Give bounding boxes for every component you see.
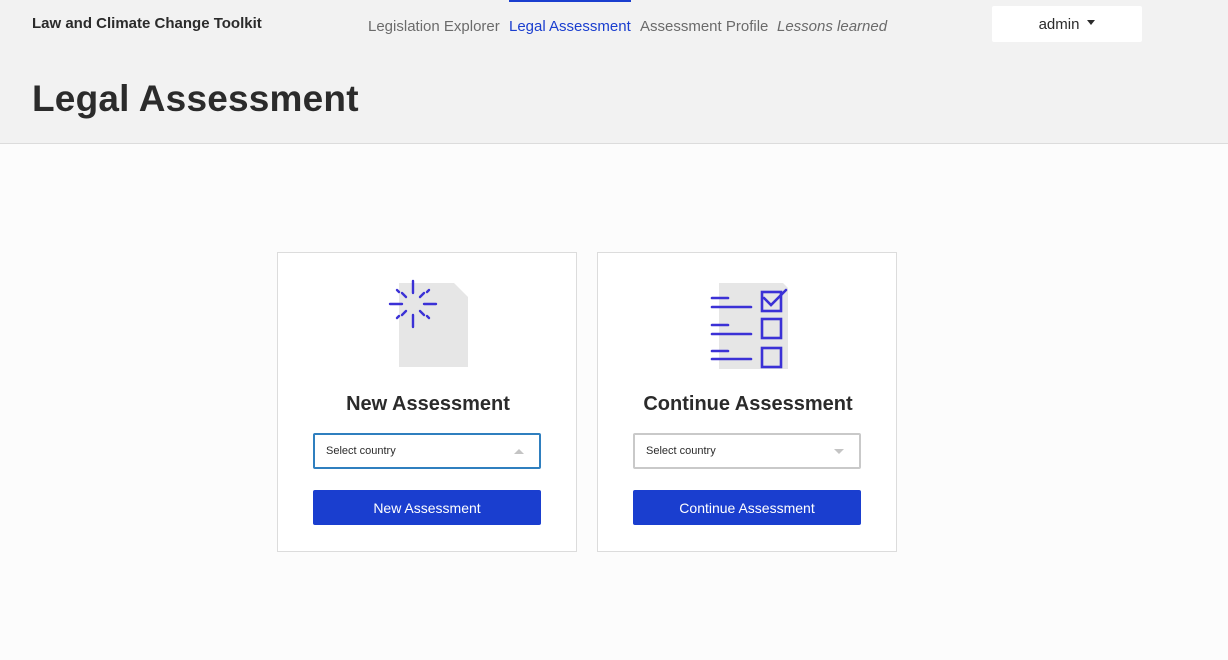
nav-item-assessment-profile[interactable]: Assessment Profile xyxy=(640,18,768,35)
continue-assessment-country-select[interactable]: Select country xyxy=(633,433,861,469)
nav-item-legislation-explorer[interactable]: Legislation Explorer xyxy=(368,18,500,35)
chevron-up-icon xyxy=(514,449,524,454)
user-name: admin xyxy=(1038,15,1080,33)
user-menu-button[interactable]: admin xyxy=(992,6,1142,42)
chevron-down-icon xyxy=(834,449,844,454)
continue-assessment-card: Continue Assessment Select country Conti… xyxy=(597,252,897,552)
page-header: Law and Climate Change Toolkit Legislati… xyxy=(0,0,1228,144)
new-assessment-country-select[interactable]: Select country xyxy=(313,433,541,469)
new-assessment-title: New Assessment xyxy=(346,393,510,415)
nav-item-lessons-learned[interactable]: Lessons learned xyxy=(777,18,887,35)
new-document-icon xyxy=(278,279,578,375)
new-assessment-button[interactable]: New Assessment xyxy=(313,490,541,525)
nav-item-legal-assessment[interactable]: Legal Assessment xyxy=(509,18,631,35)
continue-assessment-title: Continue Assessment xyxy=(643,393,853,415)
page-title: Legal Assessment xyxy=(32,78,359,119)
select-placeholder: Select country xyxy=(326,445,396,457)
checklist-icon xyxy=(598,279,898,375)
active-nav-indicator xyxy=(509,0,631,2)
caret-down-icon xyxy=(1087,19,1096,25)
select-placeholder: Select country xyxy=(646,445,716,457)
brand-title[interactable]: Law and Climate Change Toolkit xyxy=(32,15,262,32)
continue-assessment-button[interactable]: Continue Assessment xyxy=(633,490,861,525)
new-assessment-card: New Assessment Select country New Assess… xyxy=(277,252,577,552)
